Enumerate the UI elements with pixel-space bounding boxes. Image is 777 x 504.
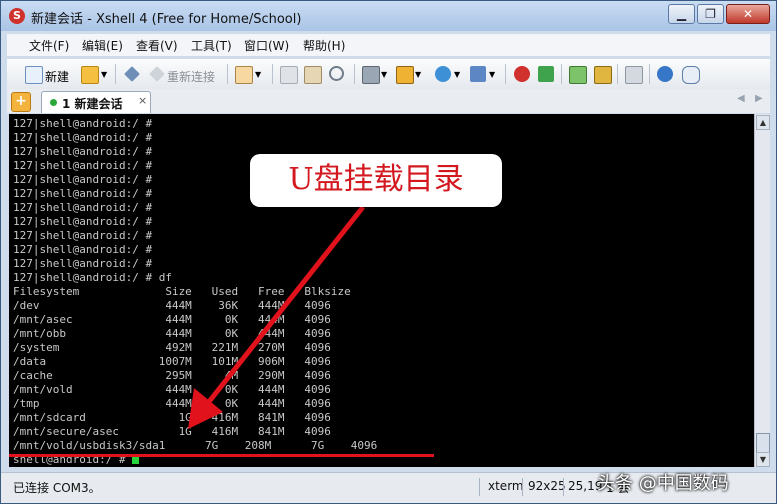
terminal-line: 127|shell@android:/ # (13, 257, 153, 270)
terminal-line: /mnt/vold 444M 0K 444M 4096 (13, 383, 331, 396)
transfer-dropdown-icon[interactable]: ▼ (415, 70, 421, 79)
annotation-callout: U盘挂载目录 (250, 154, 502, 207)
toolbar-separator (561, 64, 562, 84)
open-folder-icon[interactable] (81, 66, 99, 84)
terminal-line: 127|shell@android:/ # (13, 173, 153, 186)
keyboard-icon[interactable] (625, 66, 643, 84)
transfer-icon[interactable] (396, 66, 414, 84)
terminal-line: 127|shell@android:/ # (13, 215, 153, 228)
close-button[interactable]: ✕ (726, 4, 770, 24)
toolbar-separator (272, 64, 273, 84)
minimize-button[interactable]: ▁ (668, 4, 695, 24)
reconnect-icon[interactable] (149, 66, 165, 82)
terminal-line: /system 492M 221M 270M 4096 (13, 341, 331, 354)
tab-session-1[interactable]: 1 新建会话 × (41, 91, 151, 113)
help-icon[interactable] (657, 66, 673, 82)
menu-file[interactable]: 文件(F) (29, 37, 69, 54)
connected-status-icon (50, 99, 57, 106)
xshell-icon[interactable] (514, 66, 530, 82)
window-title: 新建会话 - Xshell 4 (Free for Home/School) (31, 12, 302, 27)
terminal-line: 127|shell@android:/ # (13, 131, 153, 144)
scroll-up-icon[interactable]: ▲ (756, 115, 770, 130)
status-separator (479, 478, 480, 496)
status-separator (522, 478, 523, 496)
properties-dropdown-icon[interactable]: ▼ (255, 70, 261, 79)
terminal-line: /mnt/secure/asec 1G 416M 841M 4096 (13, 425, 331, 438)
toolbar-separator (505, 64, 506, 84)
new-session-label[interactable]: 新建 (45, 68, 69, 85)
toolbar-separator (227, 64, 228, 84)
menu-window[interactable]: 窗口(W) (244, 37, 289, 54)
terminal-line: 127|shell@android:/ # (13, 159, 153, 172)
copy-icon[interactable] (280, 66, 298, 84)
terminal-line: 127|shell@android:/ # (13, 145, 153, 158)
print-icon[interactable] (362, 66, 380, 84)
toolbar-separator (649, 64, 650, 84)
menu-edit[interactable]: 编辑(E) (82, 37, 123, 54)
xftp-icon[interactable] (538, 66, 554, 82)
terminal-line: 127|shell@android:/ # (13, 229, 153, 242)
terminal-line: 127|shell@android:/ # (13, 201, 153, 214)
print-dropdown-icon[interactable]: ▼ (381, 70, 387, 79)
title-bar: S 新建会话 - Xshell 4 (Free for Home/School)… (1, 1, 776, 31)
globe-dropdown-icon[interactable]: ▼ (454, 70, 460, 79)
terminal-line: /cache 295M 4M 290M 4096 (13, 369, 331, 382)
tab-close-icon[interactable]: × (138, 94, 147, 107)
menu-bar: 文件(F) 编辑(E) 查看(V) 工具(T) 窗口(W) 帮助(H) (7, 34, 770, 56)
find-icon[interactable] (329, 66, 344, 81)
open-dropdown-icon[interactable]: ▼ (101, 70, 107, 79)
add-tab-icon[interactable]: + (11, 92, 31, 112)
tab-label[interactable]: 1 新建会话 (62, 95, 123, 112)
terminal-size: 92x25 (528, 479, 566, 493)
terminal-scrollbar[interactable]: ▲ ▼ (754, 114, 770, 467)
terminal-line: /dev 444M 36K 444M 4096 (13, 299, 331, 312)
scroll-down-icon[interactable]: ▼ (756, 452, 770, 467)
reconnect-label[interactable]: 重新连接 (167, 68, 215, 85)
terminal-type: xterm (488, 479, 524, 493)
toolbar: 新建 ▼ 重新连接 ▼ ▼ ▼ ▼ ▼ (7, 58, 770, 90)
tab-bar: + 1 新建会话 × ◀ ▶ (7, 89, 770, 113)
terminal-line: 127|shell@android:/ # (13, 117, 153, 130)
terminal-line: /mnt/sdcard 1G 416M 841M 4096 (13, 411, 331, 424)
connect-icon[interactable] (124, 66, 140, 82)
menu-view[interactable]: 查看(V) (136, 37, 178, 54)
connection-status: 已连接 COM3。 (13, 481, 101, 495)
font-dropdown-icon[interactable]: ▼ (489, 70, 495, 79)
fullscreen-icon[interactable] (569, 66, 587, 84)
tab-next-icon[interactable]: ▶ (755, 93, 763, 104)
watermark: 头条 @中国数码 (597, 473, 729, 494)
terminal-line: /mnt/vold/usbdisk3/sda1 7G 208M 7G 4096 (13, 439, 378, 452)
menu-tools[interactable]: 工具(T) (191, 37, 232, 54)
new-session-icon[interactable] (25, 66, 43, 84)
xshell-window: S 新建会话 - Xshell 4 (Free for Home/School)… (0, 0, 777, 504)
tab-prev-icon[interactable]: ◀ (737, 93, 745, 104)
highlight-underline (9, 454, 434, 457)
terminal-line: /data 1007M 101M 906M 4096 (13, 355, 331, 368)
terminal-line: Filesystem Size Used Free Blksize (13, 285, 351, 298)
restore-button[interactable]: ❐ (697, 4, 724, 24)
properties-icon[interactable] (235, 66, 253, 84)
chat-icon[interactable] (682, 66, 700, 84)
toolbar-separator (354, 64, 355, 84)
terminal-line: 127|shell@android:/ # (13, 243, 153, 256)
lock-icon[interactable] (594, 66, 612, 84)
status-separator (563, 478, 564, 496)
scroll-thumb[interactable] (756, 433, 770, 453)
terminal-line: 127|shell@android:/ # (13, 187, 153, 200)
callout-text: U盘挂载目录 (288, 162, 464, 197)
xshell-app-icon: S (9, 8, 25, 24)
paste-icon[interactable] (304, 66, 322, 84)
toolbar-separator (617, 64, 618, 84)
globe-icon[interactable] (435, 66, 451, 82)
menu-help[interactable]: 帮助(H) (303, 37, 345, 54)
terminal-line: /tmp 444M 0K 444M 4096 (13, 397, 331, 410)
toolbar-separator (115, 64, 116, 84)
font-icon[interactable] (470, 66, 486, 82)
terminal-line: /mnt/asec 444M 0K 444M 4096 (13, 313, 331, 326)
terminal-line: 127|shell@android:/ # df (13, 271, 172, 284)
terminal-line: /mnt/obb 444M 0K 444M 4096 (13, 327, 331, 340)
